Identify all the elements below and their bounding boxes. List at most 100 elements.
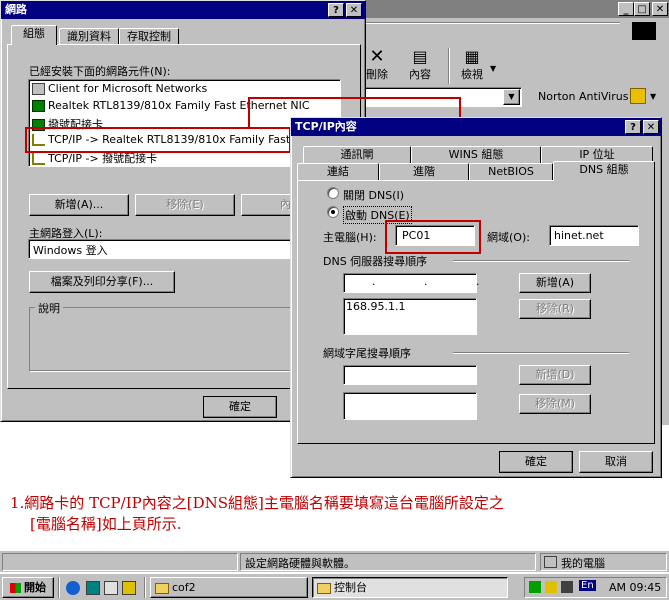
norton-icon[interactable] <box>630 88 646 104</box>
dns-order-divider <box>453 260 629 262</box>
my-computer-label: 我的電腦 <box>561 557 605 570</box>
status-text: 設定網路硬體與軟體。 <box>245 557 355 570</box>
system-tray: En AM 09:45 <box>524 577 667 598</box>
remove-component-button[interactable]: 移除(E) <box>135 194 235 216</box>
my-computer-icon <box>544 556 557 568</box>
clock: AM 09:45 <box>609 581 662 594</box>
components-label: 已經安裝下面的網路元件(N): <box>29 65 171 78</box>
delete-icon: ✕ <box>369 46 385 67</box>
domain-value: hinet.net <box>554 229 604 242</box>
host-label: 主電腦(H): <box>323 231 377 244</box>
windows-logo-icon <box>632 22 656 40</box>
properties-label: 內容 <box>409 68 431 81</box>
norton-label: Norton AntiVirus <box>538 90 629 103</box>
start-button[interactable]: 開始 <box>2 577 54 598</box>
suffix-order-label: 網域字尾搜尋順序 <box>323 347 411 360</box>
disable-dns-radio[interactable] <box>327 187 339 199</box>
tcpip-titlebar: TCP/IP內容 ? ✕ <box>291 118 661 136</box>
suffix-remove-button[interactable]: 移除(M) <box>519 394 591 414</box>
network-ok-button[interactable]: 確定 <box>203 396 277 418</box>
task-cof2-button[interactable]: cof2 <box>150 577 308 598</box>
norton-dropdown-icon[interactable]: ▼ <box>650 92 656 101</box>
windows-flag-icon <box>10 583 21 593</box>
network-help-button[interactable]: ? <box>328 3 344 17</box>
tcpip-ok-button[interactable]: 確定 <box>499 451 573 473</box>
tray-icon-3[interactable] <box>561 581 573 593</box>
status-pane-text: 設定網路硬體與軟體。 <box>240 553 536 571</box>
channels-icon[interactable] <box>122 581 136 595</box>
tcpip-close-button[interactable]: ✕ <box>643 120 659 134</box>
ime-indicator[interactable]: En <box>579 580 596 591</box>
view-tool[interactable]: ▦ 檢視 <box>454 48 490 82</box>
dns-remove-button[interactable]: 移除(R) <box>519 299 591 319</box>
tcpip-help-button[interactable]: ? <box>625 120 641 134</box>
network-titlebar: 網路 ? ✕ <box>1 1 365 19</box>
network-title: 網路 <box>5 3 27 16</box>
bg-minimize-button[interactable]: _ <box>618 2 634 16</box>
dns-add-button[interactable]: 新增(A) <box>519 273 591 293</box>
dns-ip-dots: . . . <box>372 275 483 288</box>
view-dropdown-icon[interactable]: ▼ <box>490 64 496 73</box>
tab-configuration[interactable]: 組態 <box>11 25 57 45</box>
folder-icon <box>317 582 331 594</box>
tab-wins[interactable]: WINS 組態 <box>411 146 541 163</box>
tab-gateway[interactable]: 通訊閘 <box>303 146 411 163</box>
status-pane-computer: 我的電腦 <box>540 553 667 571</box>
list-item[interactable]: Client for Microsoft Networks <box>32 82 207 95</box>
address-dropdown-button[interactable]: ▼ <box>503 89 520 105</box>
outlook-icon[interactable] <box>104 581 118 595</box>
protocol-icon <box>32 153 45 165</box>
tab-access-control[interactable]: 存取控制 <box>119 28 179 45</box>
tab-dns-configuration[interactable]: DNS 組態 <box>553 161 655 181</box>
tcpip-highlight-box <box>25 127 291 153</box>
list-item[interactable]: Realtek RTL8139/810x Family Fast Etherne… <box>32 99 310 112</box>
connector-line <box>248 97 461 99</box>
tray-icon-2[interactable] <box>545 581 557 593</box>
network-card-icon <box>32 100 45 112</box>
status-pane-left <box>2 553 238 571</box>
status-bar: 設定網路硬體與軟體。 我的電腦 <box>0 550 669 572</box>
suffix-input[interactable] <box>343 365 477 385</box>
domain-input[interactable]: hinet.net <box>549 225 639 246</box>
dns-ip-input[interactable]: . . . <box>343 273 479 293</box>
suffix-add-button[interactable]: 新增(D) <box>519 365 591 385</box>
annotation-line-1: 1.網路卡的 TCP/IP內容之[DNS組態]主電腦名稱要填寫這台電腦所設定之 <box>10 494 504 512</box>
host-highlight-box <box>385 220 481 254</box>
tcpip-cancel-button[interactable]: 取消 <box>579 451 653 473</box>
ie-icon[interactable] <box>66 581 80 595</box>
network-close-button[interactable]: ✕ <box>346 3 362 17</box>
folder-icon <box>155 582 169 594</box>
properties-icon: ▤ <box>412 47 428 66</box>
primary-logon-value: Windows 登入 <box>33 244 108 257</box>
add-component-button[interactable]: 新增(A)... <box>29 194 129 216</box>
dns-server-list[interactable]: 168.95.1.1 <box>343 298 477 335</box>
tab-netbios[interactable]: NetBIOS <box>469 163 553 180</box>
task-control-panel-button[interactable]: 控制台 <box>312 577 508 598</box>
delete-tool[interactable]: ✕ 刪除 <box>362 48 392 82</box>
dns-order-label: DNS 伺服器搜尋順序 <box>323 255 428 268</box>
bg-close-button[interactable]: ✕ <box>652 2 668 16</box>
tray-icon-1[interactable] <box>529 581 541 593</box>
file-print-sharing-button[interactable]: 檔案及列印分享(F)... <box>29 271 175 293</box>
bg-maximize-button[interactable]: □ <box>634 2 650 16</box>
client-icon <box>32 83 45 95</box>
properties-tool[interactable]: ▤ 內容 <box>404 48 436 82</box>
enable-dns-radio[interactable] <box>327 206 339 218</box>
desktop-icon[interactable] <box>86 581 100 595</box>
tcpip-title: TCP/IP內容 <box>295 120 357 133</box>
view-label: 檢視 <box>461 68 483 81</box>
taskbar: 開始 cof2 控制台 En AM 09:45 <box>0 573 669 600</box>
tab-identification[interactable]: 識別資料 <box>59 28 119 45</box>
disable-dns-label: 關閉 DNS(I) <box>343 189 405 202</box>
dns-server-entry[interactable]: 168.95.1.1 <box>346 300 405 313</box>
view-icon: ▦ <box>464 47 480 66</box>
description-label: 說明 <box>35 300 63 316</box>
tcpip-dialog: TCP/IP內容 ? ✕ 通訊閘 WINS 組態 IP 位址 連結 進階 Net… <box>290 117 662 478</box>
suffix-list[interactable] <box>343 392 477 420</box>
tab-advanced[interactable]: 進階 <box>379 163 469 180</box>
suffix-order-divider <box>453 352 629 354</box>
tab-bindings[interactable]: 連結 <box>297 163 379 180</box>
delete-label: 刪除 <box>366 68 388 81</box>
domain-label: 網域(O): <box>487 231 530 244</box>
annotation-line-2: [電腦名稱]如上頁所示. <box>30 515 182 533</box>
